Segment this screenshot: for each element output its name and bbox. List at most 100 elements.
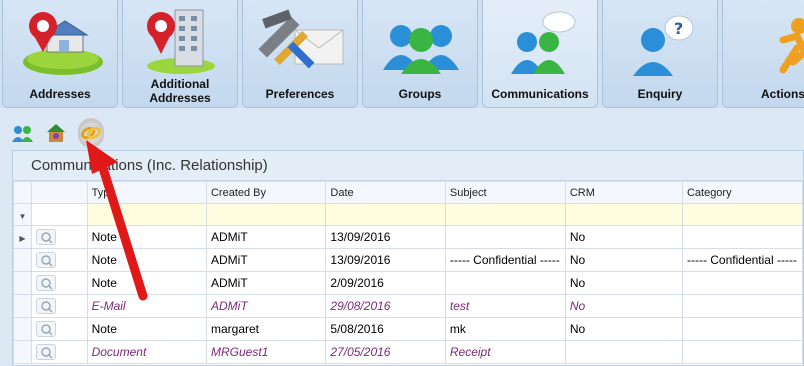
table-row[interactable]: Note ADMiT 13/09/2016 ----- Confidential --… [13, 248, 804, 272]
cell-category: ----- Confidential ----- [681, 248, 804, 272]
cell-type: Note [86, 271, 207, 295]
view-cell [30, 340, 88, 364]
tab-label: Preferences [265, 87, 335, 101]
tab-label: Groups [398, 87, 442, 101]
filter-row: ▼ [13, 203, 804, 226]
row-indicator-header [13, 181, 32, 204]
cell-subject: mk [444, 317, 566, 341]
cell-subject: ----- Confidential ----- [444, 248, 566, 272]
column-header-type[interactable]: Type [86, 181, 207, 204]
cell-created-by: ADMiT [205, 225, 327, 249]
communications-grid: Type Created By Date Subject CRM Categor… [13, 181, 804, 364]
cell-subject [444, 225, 566, 249]
cell-type: Note [86, 317, 207, 341]
view-cell [30, 271, 88, 295]
row-indicator [13, 271, 32, 295]
panel-title: Communications (Inc. Relationship) [13, 151, 803, 181]
row-indicator [13, 294, 32, 318]
building-pin-icon [123, 4, 237, 80]
link-icon[interactable] [78, 118, 104, 148]
tab-additional-addresses[interactable]: Additional Addresses [122, 0, 238, 108]
magnifier-icon[interactable] [35, 275, 56, 291]
cell-category [681, 294, 804, 318]
column-header-crm[interactable]: CRM [564, 181, 683, 204]
cell-created-by: ADMiT [205, 248, 327, 272]
table-row[interactable]: ▶ Note ADMiT 13/09/2016 No [13, 225, 804, 249]
filter-cell[interactable] [681, 203, 804, 226]
tab-actions[interactable]: Actions [722, 0, 804, 108]
table-row[interactable]: Document MRGuest1 27/05/2016 Receipt [13, 340, 804, 364]
cell-type: Document [86, 340, 207, 364]
cell-subject [444, 271, 566, 295]
cell-crm: No [564, 294, 683, 318]
view-cell [30, 317, 88, 341]
filter-cell[interactable] [444, 203, 566, 226]
tab-preferences[interactable]: Preferences [242, 0, 358, 108]
communications-panel: Communications (Inc. Relationship) Type … [12, 150, 804, 366]
users-group-icon [363, 4, 477, 80]
filter-cell[interactable] [30, 203, 88, 226]
svg-text:?: ? [674, 19, 683, 38]
column-header-subject[interactable]: Subject [444, 181, 566, 204]
cell-category [681, 340, 804, 364]
column-header-date[interactable]: Date [325, 181, 446, 204]
cell-type: Note [86, 225, 207, 249]
tab-enquiry[interactable]: ? Enquiry [602, 0, 718, 108]
tab-communications[interactable]: Communications [482, 0, 598, 108]
cell-type: Note [86, 248, 207, 272]
house-people-icon[interactable] [44, 118, 70, 148]
cell-subject: test [444, 294, 566, 318]
running-figure-icon [723, 4, 804, 80]
column-header-category[interactable]: Category [681, 181, 804, 204]
table-row[interactable]: Note margaret 5/08/2016 mk No [13, 317, 804, 341]
filter-cell[interactable] [86, 203, 207, 226]
magnifier-icon[interactable] [35, 229, 56, 245]
row-indicator: ▶ [13, 225, 32, 249]
filter-icon: ▼ [13, 203, 32, 226]
cell-crm: No [564, 225, 683, 249]
view-column-header [30, 181, 88, 204]
cell-created-by: margaret [205, 317, 327, 341]
view-cell [30, 294, 88, 318]
ribbon-tab-bar: Addresses Additional Addresses Preferenc… [0, 0, 804, 108]
magnifier-icon[interactable] [35, 321, 56, 337]
cell-subject: Receipt [444, 340, 566, 364]
tab-label: Additional Addresses [149, 77, 211, 105]
magnifier-icon[interactable] [35, 298, 56, 314]
cell-type: E-Mail [86, 294, 207, 318]
cell-date: 27/05/2016 [325, 340, 446, 364]
table-row[interactable]: E-Mail ADMiT 29/08/2016 test No [13, 294, 804, 318]
tab-label: Actions [761, 87, 804, 101]
row-indicator [13, 317, 32, 341]
filter-cell[interactable] [564, 203, 683, 226]
magnifier-icon[interactable] [35, 252, 56, 268]
cell-created-by: ADMiT [205, 271, 327, 295]
cell-date: 5/08/2016 [325, 317, 446, 341]
house-pin-icon [3, 4, 117, 80]
tab-label: Communications [491, 87, 589, 101]
grid-header-row: Type Created By Date Subject CRM Categor… [13, 181, 804, 204]
cell-crm [564, 340, 683, 364]
user-question-icon: ? [603, 4, 717, 80]
users-chat-icon [483, 4, 597, 80]
view-cell [30, 225, 88, 249]
people-icon[interactable] [10, 118, 36, 148]
row-indicator [13, 248, 32, 272]
column-header-created-by[interactable]: Created By [205, 181, 327, 204]
cell-crm: No [564, 271, 683, 295]
filter-cell[interactable] [325, 203, 446, 226]
filter-cell[interactable] [205, 203, 327, 226]
tab-groups[interactable]: Groups [362, 0, 478, 108]
cell-category [681, 225, 804, 249]
table-row[interactable]: Note ADMiT 2/09/2016 No [13, 271, 804, 295]
tab-label: Addresses [29, 87, 91, 101]
cell-created-by: MRGuest1 [205, 340, 327, 364]
cell-category [681, 271, 804, 295]
cell-crm: No [564, 248, 683, 272]
cell-created-by: ADMiT [205, 294, 327, 318]
cell-date: 13/09/2016 [325, 248, 446, 272]
tools-envelope-icon [243, 4, 357, 80]
magnifier-icon[interactable] [35, 344, 56, 360]
tab-addresses[interactable]: Addresses [2, 0, 118, 108]
cell-crm: No [564, 317, 683, 341]
